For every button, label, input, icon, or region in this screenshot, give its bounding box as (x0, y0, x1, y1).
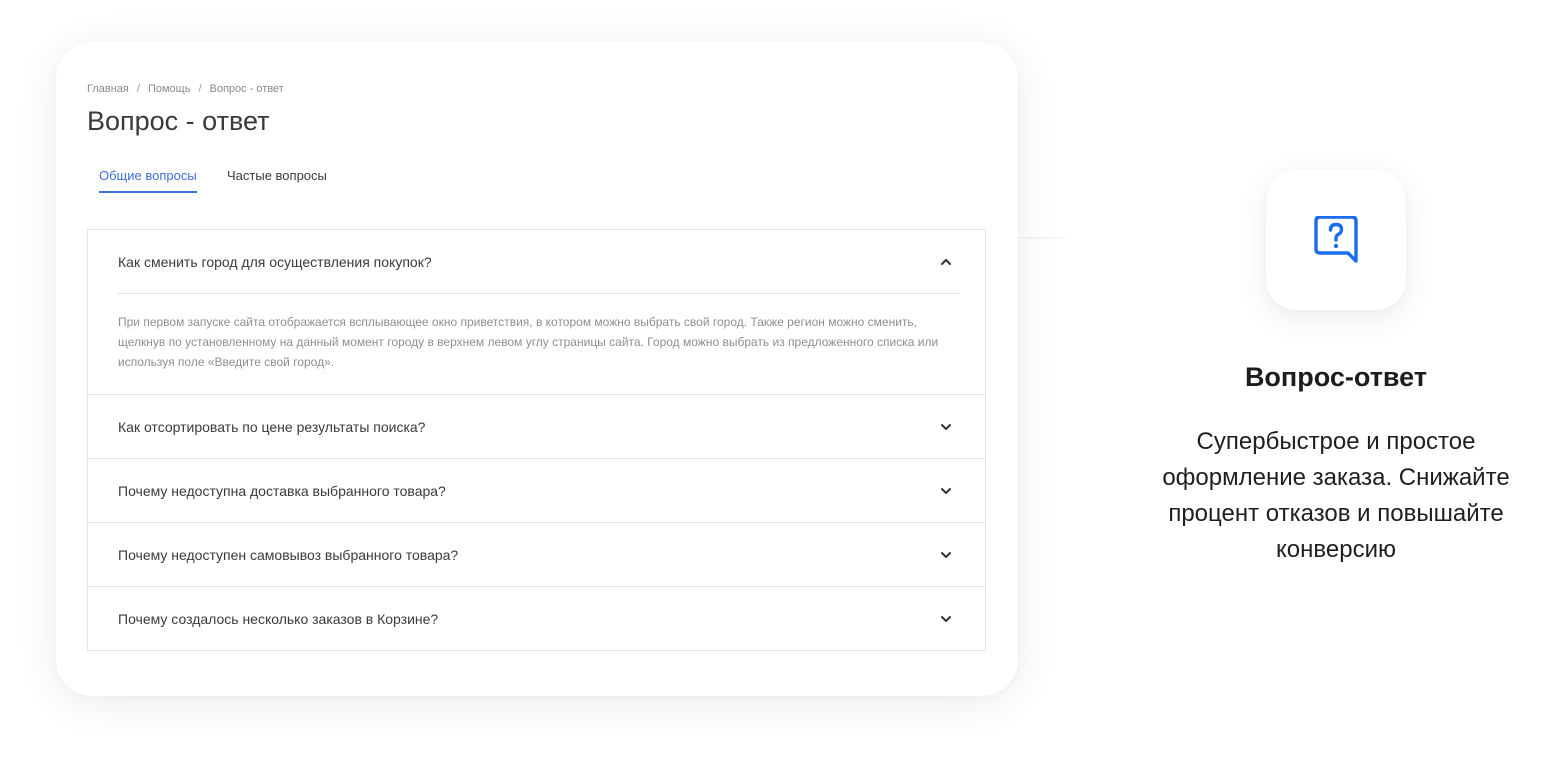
feature-description: Супербыстрое и простое оформление заказа… (1162, 428, 1510, 563)
faq-item: Почему недоступна доставка выбранного то… (88, 458, 985, 522)
faq-answer-panel: При первом запуске сайта отображается вс… (88, 293, 985, 394)
chevron-down-icon (941, 423, 951, 430)
faq-question-text: Как отсортировать по цене результаты пои… (118, 418, 426, 435)
question-chat-icon (1314, 216, 1358, 263)
faq-page-card: Главная / Помощь / Вопрос - ответ Вопрос - о… (56, 42, 1018, 696)
faq-question-header[interactable]: Почему создалось несколько заказов в Кор… (88, 587, 985, 650)
faq-item: Почему недоступен самовывоз выбранного т… (88, 522, 985, 586)
faq-question-header[interactable]: Почему недоступен самовывоз выбранного т… (88, 523, 985, 586)
faq-question-text: Почему создалось несколько заказов в Кор… (118, 610, 439, 627)
breadcrumb-item-help[interactable]: Помощь (148, 83, 191, 95)
faq-accordion: Как сменить город для осуществления поку… (87, 229, 986, 651)
faq-item: Почему создалось несколько заказов в Кор… (88, 586, 985, 650)
faq-item: Как отсортировать по цене результаты пои… (88, 394, 985, 458)
faq-item: Как сменить город для осуществления поку… (88, 230, 985, 394)
page-title: Вопрос - ответ (87, 106, 270, 136)
tab-frequent-questions[interactable]: Частые вопросы (227, 168, 327, 191)
breadcrumb-separator: / (198, 83, 202, 95)
chevron-up-icon (941, 258, 951, 265)
breadcrumb-separator: / (136, 83, 140, 95)
chevron-down-icon (941, 487, 951, 494)
connector-line (1018, 237, 1080, 239)
faq-question-text: Почему недоступна доставка выбранного то… (118, 482, 446, 499)
faq-question-text: Почему недоступен самовывоз выбранного т… (118, 546, 459, 563)
breadcrumb: Главная / Помощь / Вопрос - ответ (87, 83, 284, 95)
chevron-down-icon (941, 615, 951, 622)
feature-icon-tile (1266, 170, 1406, 310)
feature-title: Вопрос-ответ (1244, 362, 1428, 392)
chevron-down-icon (941, 551, 951, 558)
faq-question-header[interactable]: Как отсортировать по цене результаты пои… (88, 395, 985, 458)
tab-general-questions[interactable]: Общие вопросы (99, 168, 197, 193)
faq-answer-text: При первом запуске сайта отображается вс… (118, 315, 939, 369)
faq-question-header[interactable]: Почему недоступна доставка выбранного то… (88, 459, 985, 522)
faq-question-text: Как сменить город для осуществления поку… (118, 253, 432, 270)
faq-question-header[interactable]: Как сменить город для осуществления поку… (88, 230, 985, 293)
breadcrumb-item-home[interactable]: Главная (87, 83, 129, 95)
breadcrumb-item-current: Вопрос - ответ (209, 83, 284, 95)
